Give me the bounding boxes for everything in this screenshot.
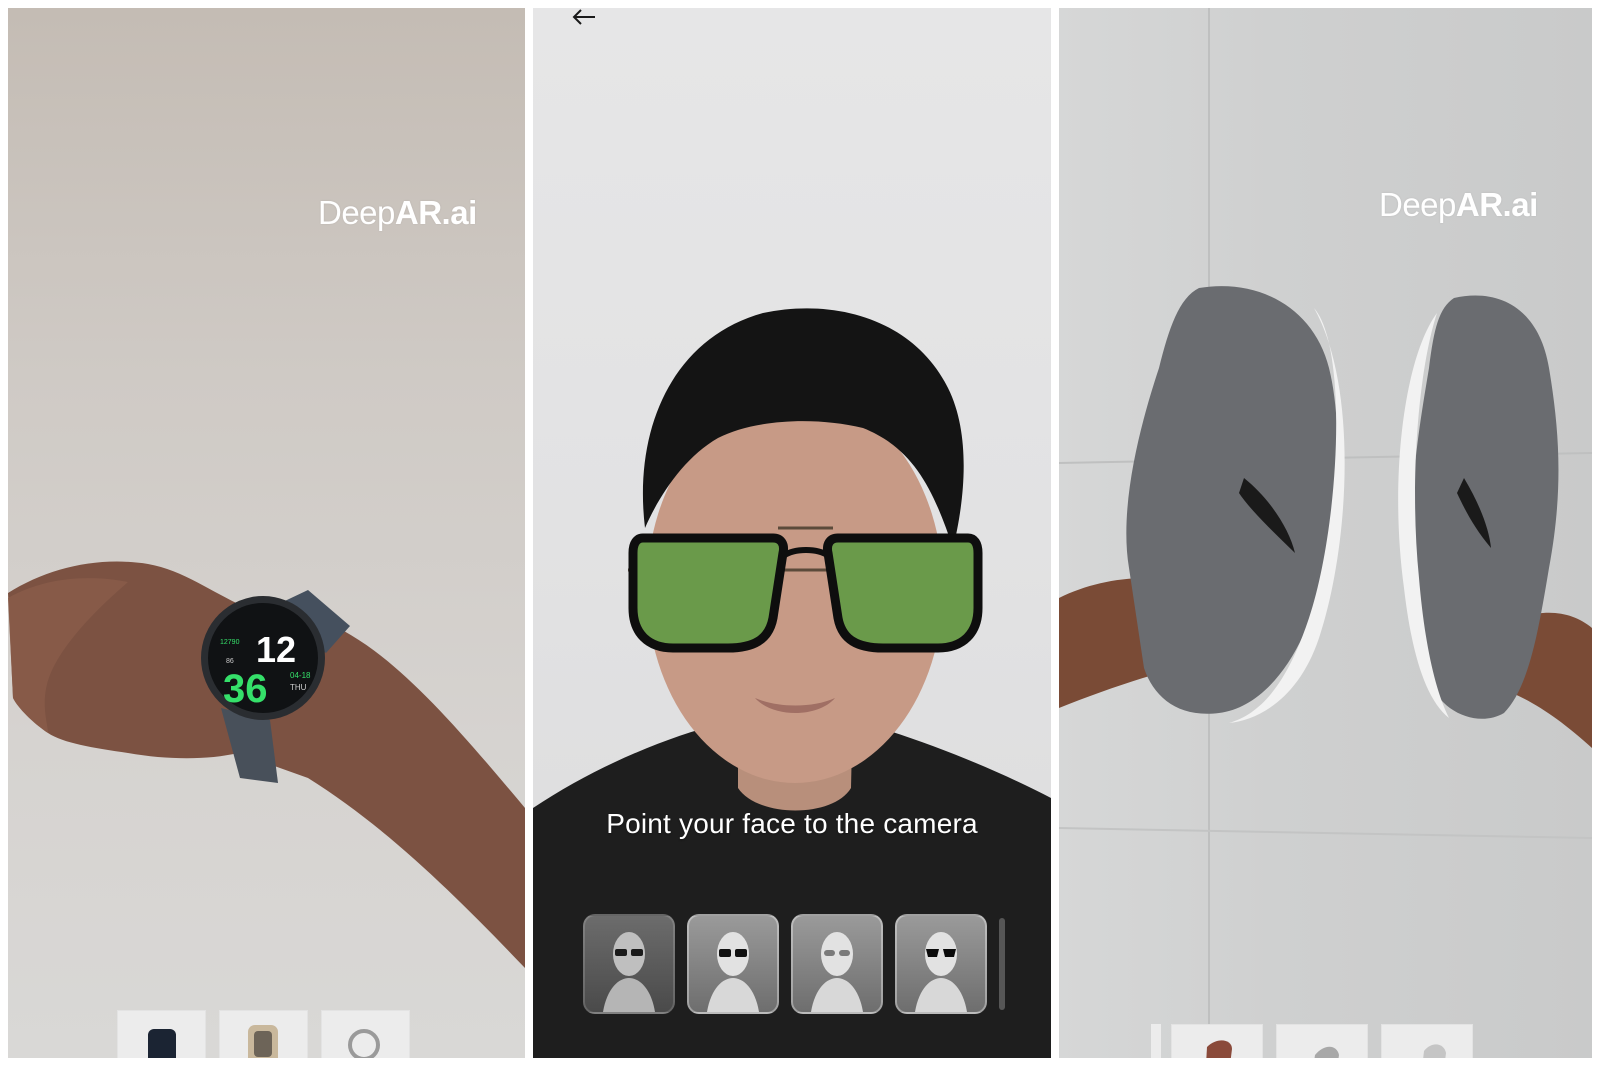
brand-bold: AR.ai bbox=[1455, 186, 1538, 223]
glasses-tryon-panel: Point your face to the camera bbox=[533, 8, 1051, 1058]
watch-date: 04-18 bbox=[290, 671, 311, 680]
brand-logo: DeepAR.ai bbox=[1379, 186, 1538, 224]
watch-percent: 86 bbox=[226, 658, 234, 665]
back-arrow-icon[interactable] bbox=[569, 8, 599, 32]
tile-line-bottom bbox=[1059, 827, 1592, 839]
watch-minute: 36 bbox=[223, 667, 268, 711]
shoe-thumbnail-1[interactable] bbox=[1171, 1024, 1263, 1058]
face-hint-text: Point your face to the camera bbox=[606, 808, 978, 839]
glasses-option-4[interactable] bbox=[895, 914, 987, 1014]
watch-thumbnail-gold[interactable] bbox=[219, 1010, 308, 1058]
watch-hour: 12 bbox=[256, 629, 296, 670]
glasses-option-1[interactable] bbox=[583, 914, 675, 1014]
watch-thumbnail-black[interactable] bbox=[117, 1010, 206, 1058]
brand-prefix: Deep bbox=[1379, 186, 1456, 223]
shoe-thumbnail-2[interactable] bbox=[1276, 1024, 1368, 1058]
shoe-thumbnail-peek[interactable] bbox=[1151, 1024, 1161, 1058]
glasses-right-lens bbox=[823, 533, 983, 653]
brand-logo: DeepAR.ai bbox=[318, 194, 477, 232]
shoes-camera-view bbox=[1059, 8, 1592, 1058]
shoe-thumbnail-strip bbox=[1151, 1024, 1486, 1058]
watch-tryon-panel: 12 36 04-18 THU 12790 86 DeepAR.ai bbox=[8, 8, 525, 1058]
brand-bold: AR.ai bbox=[394, 194, 477, 231]
glasses-option-3[interactable] bbox=[791, 914, 883, 1014]
watch-steps: 12790 bbox=[220, 639, 240, 646]
watch-camera-view: 12 36 04-18 THU 12790 86 bbox=[8, 561, 525, 968]
carousel-next-peek[interactable] bbox=[999, 918, 1005, 1010]
watch-day: THU bbox=[290, 683, 307, 692]
glasses-left-lens bbox=[628, 533, 788, 653]
face-camera-view bbox=[533, 308, 1051, 1058]
watch-thumbnail-silver[interactable] bbox=[321, 1010, 410, 1058]
glasses-carousel bbox=[583, 914, 1005, 1014]
shoes-tryon-panel: DeepAR.ai bbox=[1059, 8, 1592, 1058]
shoe-thumbnail-3[interactable] bbox=[1381, 1024, 1473, 1058]
glasses-option-2[interactable] bbox=[687, 914, 779, 1014]
watch-thumbnail-strip bbox=[117, 1010, 423, 1058]
brand-prefix: Deep bbox=[318, 194, 395, 231]
